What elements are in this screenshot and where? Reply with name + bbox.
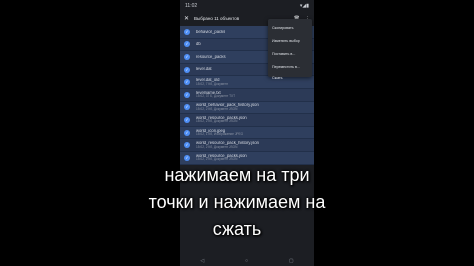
file-meta: 15:02, 7 Кб, Документ [196,81,228,86]
file-name: behavior_packs [196,29,226,34]
checked-icon[interactable]: ✓ [184,116,190,123]
file-meta: 15:02, 2 Кб, Документ JSON [196,106,238,111]
home-icon[interactable]: ○ [245,258,248,264]
file-row[interactable]: ✓ world_resource_packs.json 15:02, 2 Кб,… [180,151,314,165]
navigation-bar: ◁ ○ ▢ [180,256,314,266]
checked-icon[interactable]: ✓ [184,79,190,86]
checked-icon[interactable]: ✓ [184,53,190,60]
file-info: world_behavior_pack_history.json 15:02, … [196,103,259,111]
close-icon[interactable]: ✕ [184,15,189,22]
file-row[interactable]: ✓ world_behavior_pack_history.json 15:02… [180,101,314,115]
file-info: resource_packs [196,55,226,59]
file-info: world_resource_packs.json 15:02, 2 Кб, Д… [196,154,247,162]
checked-icon[interactable]: ✓ [184,104,190,111]
file-name: level.dat [196,67,212,72]
status-bar: 11:02 ▾◢▮ [180,0,314,12]
checked-icon[interactable]: ✓ [184,142,190,149]
menu-item-put-to[interactable]: Поставить в... [268,47,312,60]
file-row[interactable]: ✓ levelname.txt 15:02, 37 Б, Документ TX… [180,88,314,102]
file-info: behavior_packs [196,30,225,34]
file-info: level.dat [196,67,212,71]
file-meta: 15:02, 2 Кб, Документ JSON [196,144,238,149]
menu-item-change-selection[interactable]: Изменить выбор [268,34,312,47]
file-name: resource_packs [196,54,226,59]
caption-line-2: точки и нажимаем на [148,192,326,212]
back-icon[interactable]: ◁ [200,258,204,264]
caption-line-1: нажимаем на три [164,165,310,185]
file-row[interactable]: ✓ world_resource_pack_history.json 15:02… [180,139,314,152]
checked-icon[interactable]: ✓ [184,28,190,35]
menu-item-compress[interactable]: Сжать [268,73,312,82]
file-meta: 15:02, 1 Кб, Изображение JPEG [196,131,244,136]
checked-icon[interactable]: ✓ [184,129,190,136]
file-row[interactable]: ✓ world_icon.jpeg 15:02, 1 Кб, Изображен… [180,126,314,140]
status-time: 11:02 [185,3,198,9]
checked-icon[interactable]: ✓ [184,91,190,98]
file-meta: 15:02, 2 Кб, Документ JSON [196,119,238,124]
checked-icon[interactable]: ✓ [184,154,190,161]
status-icons: ▾◢▮ [299,3,309,9]
checked-icon[interactable]: ✓ [184,41,190,48]
file-info: db [196,42,201,46]
file-name: db [196,42,201,47]
file-info: world_resource_pack_history.json 15:02, … [196,141,259,149]
file-info: levelname.txt 15:02, 37 Б, Документ TXT [196,91,235,99]
menu-item-copy[interactable]: Скопировать [268,21,312,34]
file-info: world_resource_packs.json 15:02, 2 Кб, Д… [196,116,247,124]
overflow-menu: Скопировать Изменить выбор Поставить в..… [268,19,312,80]
menu-item-move-to[interactable]: Переместить в... [268,60,312,73]
file-meta: 15:02, 37 Б, Документ TXT [196,94,236,99]
file-row[interactable]: ✓ world_resource_packs.json 15:02, 2 Кб,… [180,114,314,127]
file-info: level.dat_old 15:02, 7 Кб, Документ [196,78,228,86]
caption-line-3: сжать [212,219,262,239]
file-info: world_icon.jpeg 15:02, 1 Кб, Изображение… [196,129,243,137]
file-meta: 15:02, 2 Кб, Документ JSON [196,157,238,162]
checked-icon[interactable]: ✓ [184,66,190,73]
recents-icon[interactable]: ▢ [289,258,294,264]
